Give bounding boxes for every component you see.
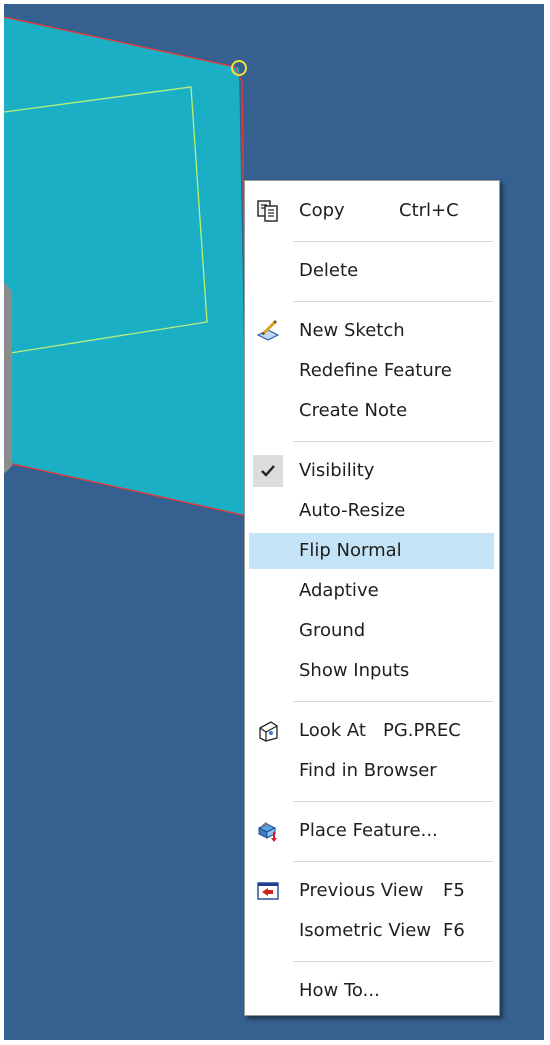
menu-item-label: Previous View — [299, 880, 424, 901]
context-menu: Copy Ctrl+C Delete New Sketch Redefine F… — [244, 180, 500, 1016]
menu-item-label: How To... — [299, 980, 380, 1001]
menu-separator — [293, 301, 493, 302]
menu-item-label: Place Feature... — [299, 820, 438, 841]
menu-separator — [293, 801, 493, 802]
menu-separator — [293, 961, 493, 962]
menu-item-ground[interactable]: Ground — [249, 613, 494, 649]
menu-item-show-inputs[interactable]: Show Inputs — [249, 653, 494, 689]
menu-item-flip-normal[interactable]: Flip Normal — [249, 533, 494, 569]
new-sketch-icon — [257, 320, 279, 341]
menu-item-redefine-feature[interactable]: Redefine Feature — [249, 353, 494, 389]
menu-item-visibility[interactable]: Visibility — [249, 453, 494, 489]
menu-item-new-sketch[interactable]: New Sketch — [249, 313, 494, 349]
menu-item-previous-view[interactable]: Previous View F5 — [249, 873, 494, 909]
previous-view-icon — [257, 882, 279, 900]
menu-item-label: New Sketch — [299, 320, 405, 341]
menu-item-label: Delete — [299, 260, 359, 281]
menu-item-label: Visibility — [299, 460, 375, 481]
menu-item-label: Adaptive — [299, 580, 379, 601]
menu-item-label: Ground — [299, 620, 366, 641]
menu-item-label: Isometric View — [299, 920, 432, 941]
menu-separator — [293, 241, 493, 242]
menu-item-adaptive[interactable]: Adaptive — [249, 573, 494, 609]
menu-item-label: Show Inputs — [299, 660, 410, 681]
menu-separator — [293, 441, 493, 442]
work-plane-face[interactable] — [4, 17, 247, 516]
menu-item-auto-resize[interactable]: Auto-Resize — [249, 493, 494, 529]
menu-item-shortcut: Ctrl+C — [399, 200, 459, 221]
menu-item-label: Find in Browser — [299, 760, 437, 781]
menu-item-find-in-browser[interactable]: Find in Browser — [249, 753, 494, 789]
menu-item-shortcut: F5 — [443, 880, 465, 901]
menu-item-create-note[interactable]: Create Note — [249, 393, 494, 429]
menu-item-label: Flip Normal — [299, 540, 402, 561]
menu-item-label: Look At — [299, 720, 366, 741]
place-feature-icon — [257, 822, 277, 842]
menu-item-copy[interactable]: Copy Ctrl+C — [249, 193, 494, 229]
menu-separator — [293, 701, 493, 702]
look-at-icon — [259, 721, 278, 742]
menu-item-isometric-view[interactable]: Isometric View F6 — [249, 913, 494, 949]
menu-item-shortcut: F6 — [443, 920, 465, 941]
menu-item-place-feature[interactable]: Place Feature... — [249, 813, 494, 849]
menu-item-how-to[interactable]: How To... — [249, 973, 494, 1009]
menu-item-label: Copy — [299, 200, 345, 221]
menu-item-label: Redefine Feature — [299, 360, 452, 381]
graphics-viewport[interactable]: Copy Ctrl+C Delete New Sketch Redefine F… — [4, 4, 544, 1040]
menu-item-label: Create Note — [299, 400, 408, 421]
menu-item-label: Auto-Resize — [299, 500, 406, 521]
menu-item-shortcut: PG.PREC — [383, 720, 461, 741]
menu-separator — [293, 861, 493, 862]
checkmark-icon — [261, 465, 275, 477]
copy-icon — [257, 200, 278, 222]
adjacent-face — [4, 282, 12, 474]
menu-item-look-at[interactable]: Look At PG.PREC — [249, 713, 494, 749]
menu-item-delete[interactable]: Delete — [249, 253, 494, 289]
